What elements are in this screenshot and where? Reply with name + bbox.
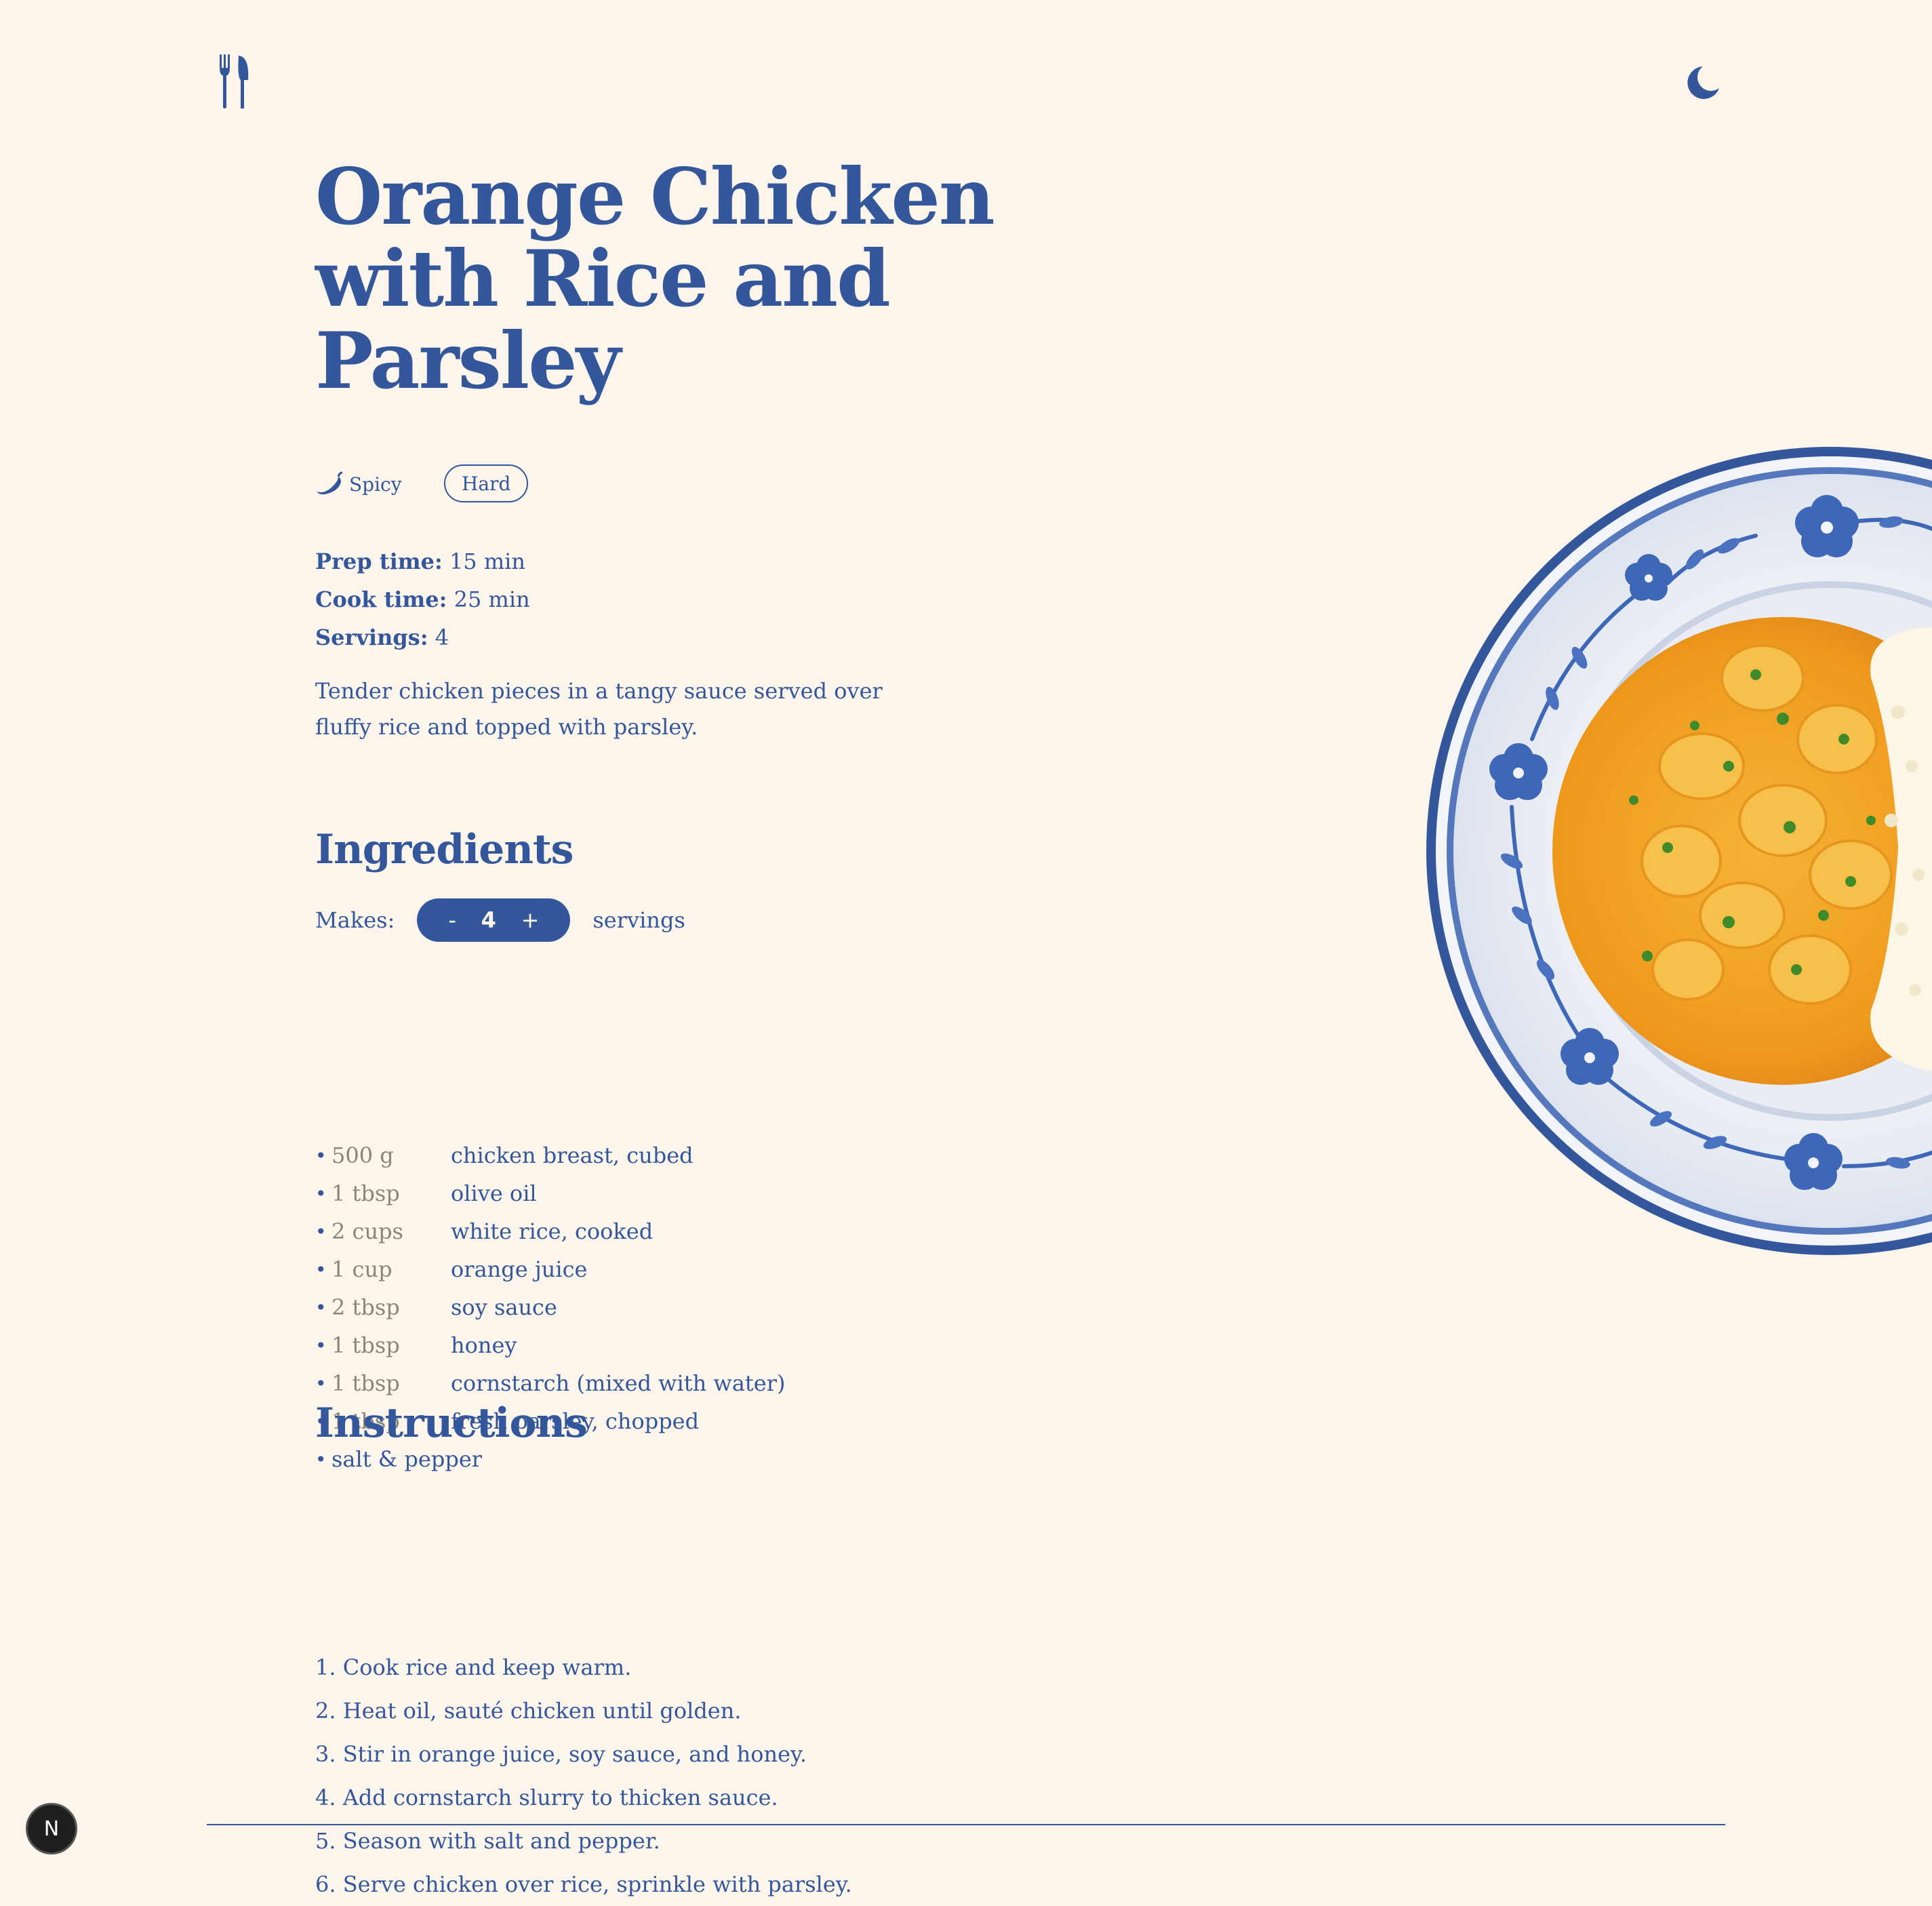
decrement-button[interactable]: - bbox=[448, 907, 456, 933]
ingredient-amount: 2 tbsp bbox=[331, 1294, 400, 1320]
recipe-content: Orange Chicken with Rice and Parsley Spi… bbox=[315, 151, 1264, 1898]
ingredient-name: olive oil bbox=[451, 1180, 537, 1206]
recipe-meta: Prep time: 15 min Cook time: 25 min Serv… bbox=[315, 542, 530, 656]
instructions-heading: Instructions bbox=[315, 1399, 588, 1447]
ingredient-amount: 500 g bbox=[331, 1143, 394, 1168]
prep-time: Prep time: 15 min bbox=[315, 542, 530, 580]
servings-unit: servings bbox=[592, 907, 685, 933]
cook-label: Cook time: bbox=[315, 587, 447, 612]
cook-value: 25 min bbox=[454, 587, 530, 612]
makes-label: Makes: bbox=[315, 907, 395, 933]
ingredient-name: soy sauce bbox=[451, 1294, 557, 1320]
servings-scaler: Makes: - 4 + servings bbox=[315, 898, 685, 942]
recipe-tags: Spicy Hard bbox=[315, 464, 722, 505]
ingredient-item: 2 tbsp soy sauce bbox=[315, 1288, 785, 1326]
instruction-step: 2. Heat oil, sauté chicken until golden. bbox=[315, 1698, 742, 1724]
moon-icon[interactable] bbox=[1681, 62, 1722, 103]
ingredient-name: honey bbox=[451, 1332, 517, 1358]
instruction-step: 6. Serve chicken over rice, sprinkle wit… bbox=[315, 1871, 852, 1897]
ingredient-amount: 1 tbsp bbox=[331, 1370, 400, 1396]
ingredient-item: 1 tbsp cornstarch (mixed with water) bbox=[315, 1364, 785, 1402]
instruction-step: 4. Add cornstarch slurry to thicken sauc… bbox=[315, 1785, 778, 1810]
servings-stepper: - 4 + bbox=[417, 898, 571, 942]
ingredient-amount: 1 tbsp bbox=[331, 1180, 400, 1206]
servings-value: 4 bbox=[435, 624, 449, 650]
ingredients-heading: Ingredients bbox=[315, 826, 573, 873]
cook-time: Cook time: 25 min bbox=[315, 580, 530, 618]
footer-divider bbox=[207, 1824, 1725, 1825]
ingredient-name: white rice, cooked bbox=[451, 1218, 653, 1244]
recipe-title: Orange Chicken with Rice and Parsley bbox=[315, 151, 995, 406]
ingredient-item: 1 tbsp honey bbox=[315, 1326, 785, 1364]
increment-button[interactable]: + bbox=[521, 907, 540, 933]
ingredient-name: cornstarch (mixed with water) bbox=[451, 1370, 786, 1396]
ingredient-amount: 1 cup bbox=[331, 1256, 393, 1282]
spicy-label: Spicy bbox=[349, 473, 402, 496]
prep-label: Prep time: bbox=[315, 549, 443, 574]
dev-tools-badge[interactable]: N bbox=[26, 1803, 77, 1854]
ingredient-name: chicken breast, cubed bbox=[451, 1143, 693, 1168]
servings: Servings: 4 bbox=[315, 618, 530, 656]
ingredient-name: orange juice bbox=[451, 1256, 588, 1282]
dish-illustration bbox=[1426, 447, 1932, 1255]
instruction-step: 1. Cook rice and keep warm. bbox=[315, 1654, 632, 1680]
ingredient-amount: 2 cups bbox=[331, 1218, 403, 1244]
instruction-list: 1. Cook rice and keep warm. 2. Heat oil,… bbox=[315, 1646, 852, 1906]
prep-value: 15 min bbox=[449, 549, 526, 574]
ingredient-item: 500 g chicken breast, cubed bbox=[315, 1136, 785, 1174]
spicy-tag: Spicy bbox=[315, 471, 402, 497]
ingredient-name: salt & pepper bbox=[331, 1446, 483, 1472]
ingredient-amount: 1 tbsp bbox=[331, 1332, 400, 1358]
ingredient-item: 1 cup orange juice bbox=[315, 1250, 785, 1288]
chili-icon bbox=[317, 471, 343, 495]
servings-quantity: 4 bbox=[481, 907, 496, 933]
instruction-step: 5. Season with salt and pepper. bbox=[315, 1828, 660, 1854]
ingredient-item: 2 cups white rice, cooked bbox=[315, 1212, 785, 1250]
recipe-description: Tender chicken pieces in a tangy sauce s… bbox=[315, 678, 883, 740]
ingredient-item: 1 tbsp olive oil bbox=[315, 1174, 785, 1212]
difficulty-badge: Hard bbox=[444, 464, 529, 502]
fork-knife-icon[interactable] bbox=[218, 53, 252, 110]
instruction-step: 3. Stir in orange juice, soy sauce, and … bbox=[315, 1741, 807, 1767]
servings-label: Servings: bbox=[315, 624, 428, 650]
